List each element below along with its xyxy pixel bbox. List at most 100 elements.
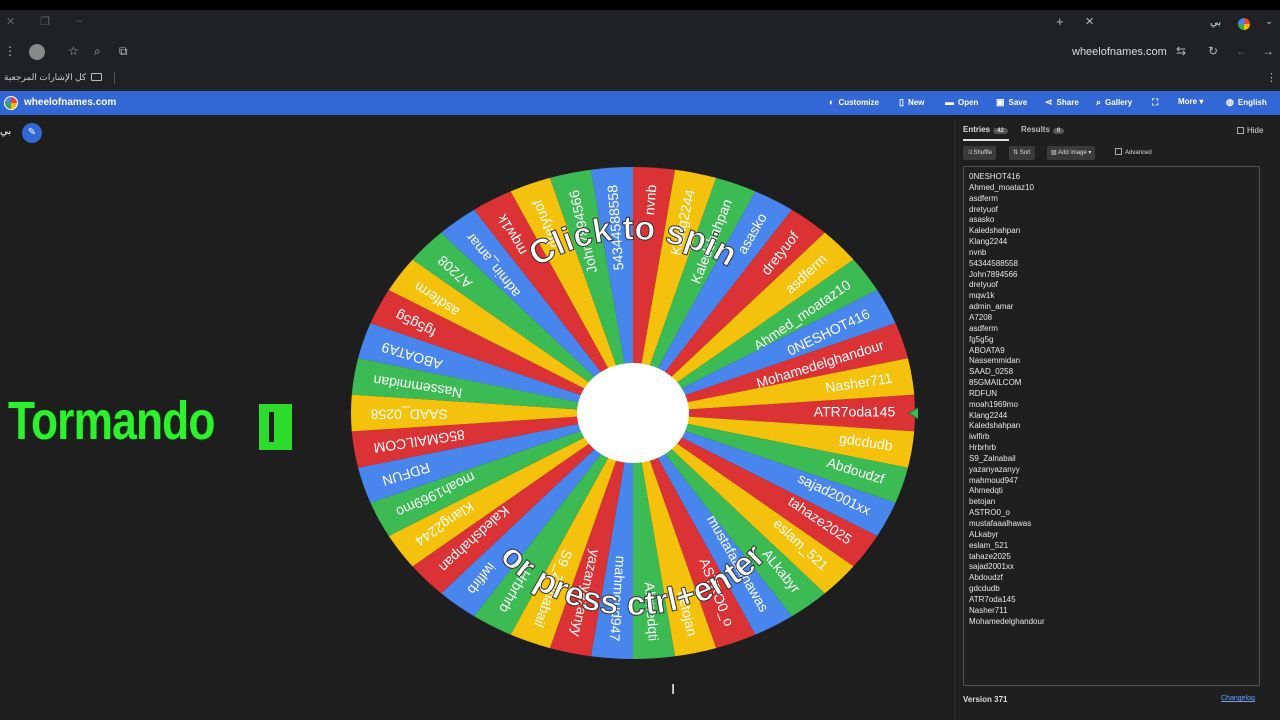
screen: ✕ ❐ – + ✕ بي ⌄ ⋮ ☆ ⌕ ⧉ wheelofnames.com … xyxy=(0,0,1280,720)
entry-line: Hrbrhrb xyxy=(969,443,997,453)
entry-line: nvnb xyxy=(969,247,987,257)
entry-line: John7894566 xyxy=(969,269,1018,279)
wheel-title[interactable]: بي xyxy=(0,126,11,137)
menu-language[interactable]: ◍ English xyxy=(1226,97,1267,108)
entry-line: mqw1k xyxy=(969,291,995,301)
entry-line: Nasher711 xyxy=(969,605,1008,615)
entry-line: Klang2244 xyxy=(969,410,1008,420)
chevron-down-icon: ▾ xyxy=(1199,97,1204,106)
entry-line: SAAD_0258 xyxy=(969,367,1014,377)
apps-grid-icon[interactable]: ⋮⋮ xyxy=(1266,71,1280,84)
changelog-link[interactable]: Changelog xyxy=(1221,695,1255,702)
entry-line: ATR7oda145 xyxy=(969,594,1016,604)
bookmark-star-icon[interactable]: ☆ xyxy=(68,44,79,58)
globe-icon: ◍ xyxy=(1226,97,1234,107)
chevron-down-icon: ▾ xyxy=(1088,150,1092,156)
tab-results[interactable]: Results 0 xyxy=(1021,125,1065,134)
site-name[interactable]: wheelofnames.com xyxy=(24,97,116,108)
reload-icon[interactable]: ↻ xyxy=(1208,44,1218,58)
entry-line: mustafaaalhawas xyxy=(969,519,1032,528)
menu-customize[interactable]: ◐ Customize xyxy=(829,97,879,107)
entry-line: gdcdudb xyxy=(969,584,1000,594)
spin-wheel[interactable]: ATR7oda145gdcdudbAbdoudzfsajad2001xxtaha… xyxy=(348,165,918,665)
forward-icon[interactable]: ← xyxy=(1236,44,1248,58)
hide-checkbox[interactable]: Hide xyxy=(1237,126,1263,135)
entry-line: dretyuof xyxy=(969,280,998,290)
wheel-slice-label: ATR7oda145 xyxy=(814,404,896,420)
entry-line: A7208 xyxy=(969,312,993,322)
tab-title[interactable]: بي xyxy=(1210,17,1221,28)
site-settings-icon[interactable]: ⇆ xyxy=(1176,44,1186,58)
overlay-mark xyxy=(259,404,292,450)
shuffle-button[interactable]: ⤨ Shuffle xyxy=(963,146,997,160)
entry-line: asasko xyxy=(969,215,995,225)
wheel-center-hub[interactable] xyxy=(577,363,689,463)
wheel-slice-label: SAAD_0258 xyxy=(371,406,448,422)
entry-line: Kaledshahpan xyxy=(969,226,1021,236)
folder-open-icon: ▬ xyxy=(945,97,954,107)
entry-line: ALkabyr xyxy=(969,529,999,539)
edit-title-button[interactable]: ✎ xyxy=(22,123,42,143)
text-cursor-icon: I xyxy=(671,681,676,698)
entry-line: Abdoudzf xyxy=(969,573,1003,583)
add-image-button[interactable]: ▨ Add image ▾ xyxy=(1047,146,1096,160)
entry-line: 54344588558 xyxy=(969,258,1018,268)
results-count-badge: 0 xyxy=(1052,128,1065,134)
sort-icon: ⇅ xyxy=(1013,150,1019,156)
entry-line: Kaledshahpan xyxy=(969,421,1021,431)
share-icon: ⋖ xyxy=(1045,97,1053,107)
tab-search-chevron-icon[interactable]: ⌄ xyxy=(1265,16,1273,27)
checkbox-icon xyxy=(1115,148,1122,155)
sort-button[interactable]: ⇅ Sort xyxy=(1009,146,1035,160)
active-tab-indicator xyxy=(963,139,1009,141)
folder-icon[interactable] xyxy=(91,73,102,81)
entry-line: yazanyazanyy xyxy=(969,464,1020,474)
palette-icon: ◐ xyxy=(829,97,835,107)
side-panel: Entries 42 Results 0 Hide ⤨ Shuffle ⇅ Sort… xyxy=(954,118,1280,720)
window-restore-icon[interactable]: ❐ xyxy=(40,15,50,28)
advanced-checkbox[interactable]: Advanced xyxy=(1115,148,1152,156)
entry-line: admin_amar xyxy=(969,302,1014,312)
shuffle-icon: ⤨ xyxy=(967,150,972,156)
top-strip xyxy=(0,0,1280,10)
app-header: wheelofnames.com ◐ Customize ▯ New ▬ Open ▣… xyxy=(0,91,1280,115)
window-minimize-icon[interactable]: – xyxy=(76,15,82,27)
menu-open[interactable]: ▬ Open xyxy=(945,97,978,107)
pencil-icon: ✎ xyxy=(27,127,37,138)
browser-toolbar: ⋮ ☆ ⌕ ⧉ wheelofnames.com ⇆ ↻ ← → xyxy=(0,38,1280,66)
tab-entries[interactable]: Entries 42 xyxy=(963,125,1008,134)
profile-avatar-icon[interactable] xyxy=(29,44,45,60)
entry-line: 0NESHOT416 xyxy=(969,172,1021,181)
entry-line: ABOATA9 xyxy=(969,345,1005,355)
zoom-icon[interactable]: ⌕ xyxy=(94,44,101,59)
menu-save[interactable]: ▣ Save xyxy=(996,97,1027,108)
entry-line: betojan xyxy=(969,497,996,507)
checkbox-icon xyxy=(1237,127,1244,134)
entry-line: RDFUN xyxy=(969,388,997,398)
menu-share[interactable]: ⋖ Share xyxy=(1045,97,1079,108)
menu-more[interactable]: More ▾ xyxy=(1178,97,1203,106)
entry-line: tahaze2025 xyxy=(969,551,1011,561)
address-bar[interactable]: wheelofnames.com xyxy=(1072,46,1167,58)
menu-new[interactable]: ▯ New xyxy=(899,97,924,108)
wheel-logo-icon[interactable] xyxy=(4,96,18,110)
entry-line: mahmoud947 xyxy=(969,475,1018,485)
new-tab-icon[interactable]: + xyxy=(1056,14,1064,29)
all-bookmarks-link[interactable]: كل الإشارات المرجعية xyxy=(4,72,86,83)
menu-gallery[interactable]: ⌕ Gallery xyxy=(1096,97,1132,108)
entry-line: Klang2244 xyxy=(969,237,1008,247)
entry-line: Mohamedelghandour xyxy=(969,616,1045,626)
image-icon: ▨ xyxy=(1051,150,1057,156)
browser-tab-bar: ✕ ❐ – + ✕ بي ⌄ xyxy=(0,10,1280,38)
tab-close-icon[interactable]: ✕ xyxy=(1085,15,1094,28)
menu-dots-icon[interactable]: ⋮ xyxy=(4,44,16,58)
tab-favicon-icon xyxy=(1238,18,1250,30)
back-icon[interactable]: → xyxy=(1262,44,1274,58)
entry-line: fg5g5g xyxy=(969,334,994,344)
window-close-icon[interactable]: ✕ xyxy=(6,15,15,28)
bookmarks-divider xyxy=(114,72,115,84)
fullscreen-button[interactable]: ⛶ xyxy=(1152,97,1162,108)
entry-line: sajad2001xx xyxy=(969,562,1014,572)
install-app-icon[interactable]: ⧉ xyxy=(119,44,128,59)
entries-textarea[interactable]: 0NESHOT416 Ahmed_moataz10 asdferm dretyuof a… xyxy=(963,166,1260,686)
